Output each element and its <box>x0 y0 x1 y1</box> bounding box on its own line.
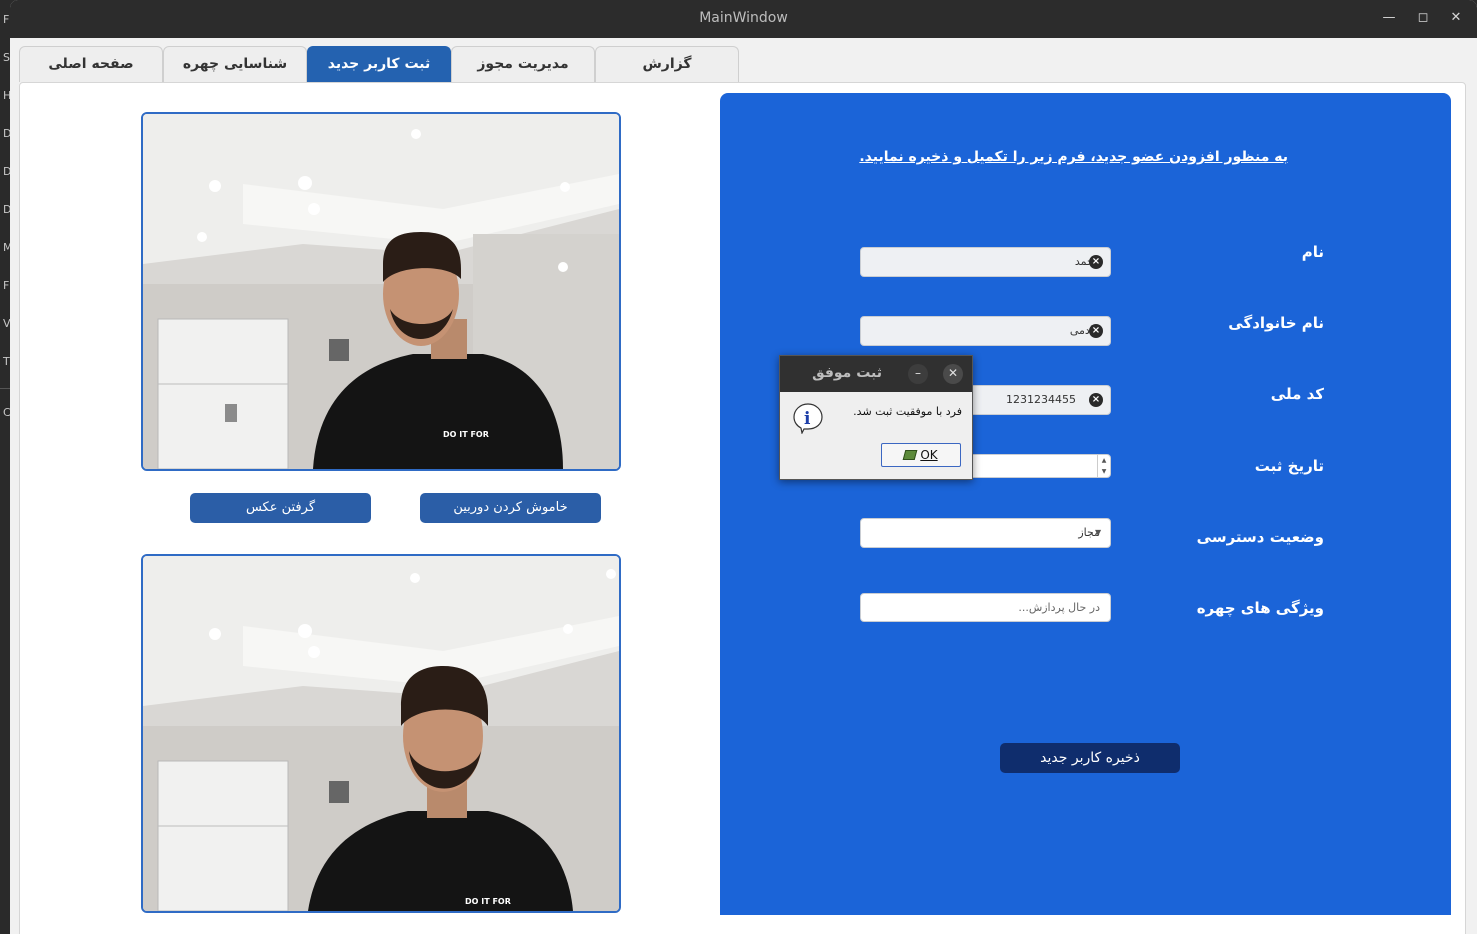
close-icon[interactable]: ✕ <box>943 364 963 384</box>
bg-divider <box>0 388 10 389</box>
bg-letter: F <box>3 279 10 292</box>
background-window: F S H D D D M F V T C <box>0 0 13 934</box>
clear-icon[interactable]: × <box>1089 393 1103 407</box>
captured-frame-image: DO IT FOR <box>143 556 619 911</box>
save-new-user-button[interactable]: ذخیره کاربر جدید <box>1000 743 1180 773</box>
chevron-down-icon: ▼ <box>1095 528 1102 537</box>
first-name-field[interactable]: محمد × <box>860 247 1111 277</box>
last-name-label: نام خانوادگی <box>1228 314 1324 332</box>
shirt-print: DO IT FOR <box>443 430 489 439</box>
face-features-value: در حال پردازش... <box>1018 601 1100 614</box>
capture-photo-button[interactable]: گرفتن عکس <box>190 493 371 523</box>
tab-report[interactable]: گزارش <box>595 46 739 82</box>
tab-permission-management[interactable]: مدیریت مجوز <box>451 46 595 82</box>
stop-camera-button[interactable]: خاموش کردن دوربین <box>420 493 601 523</box>
live-camera-view: DO IT FOR <box>141 112 621 471</box>
tab-register-user[interactable]: ثبت کاربر جدید <box>307 46 451 82</box>
clear-icon[interactable]: × <box>1089 255 1103 269</box>
dialog-message: فرد با موفقیت ثبت شد. <box>853 405 962 418</box>
svg-text:i: i <box>804 409 811 429</box>
tab-face-recognition[interactable]: شناسایی چهره <box>163 46 307 82</box>
window-title: MainWindow <box>699 10 788 26</box>
bg-letter: T <box>3 355 10 368</box>
minimize-icon[interactable]: — <box>1379 8 1399 28</box>
access-status-select[interactable]: مجاز ▼ <box>860 518 1111 548</box>
face-features-label: ویژگی های چهره <box>1196 599 1324 617</box>
tab-home[interactable]: صفحه اصلی <box>19 46 163 82</box>
bg-letter: S <box>3 51 10 64</box>
maximize-icon[interactable]: ◻ <box>1413 8 1433 28</box>
dialog-title: ثبت موفق <box>812 365 882 381</box>
ok-button[interactable]: OK <box>881 443 961 467</box>
camera-frame-image: DO IT FOR <box>143 114 619 469</box>
national-code-value: 1231234455 <box>1006 393 1076 406</box>
captured-photo-view: DO IT FOR <box>141 554 621 913</box>
face-features-field: در حال پردازش... <box>860 593 1111 622</box>
bg-letter: F <box>3 13 10 26</box>
access-status-label: وضعیت دسترسی <box>1196 528 1324 546</box>
close-icon[interactable]: ✕ <box>1446 8 1466 28</box>
date-spin-icon[interactable]: ▲ ▼ <box>1097 455 1110 477</box>
title-bar: MainWindow — ◻ ✕ <box>10 0 1477 38</box>
form-instructions: به منظور افزودن عضو جدید، فرم زیر را تکم… <box>859 149 1288 165</box>
last-name-field[interactable]: خادمی × <box>860 316 1111 346</box>
register-date-label: تاریخ ثبت <box>1254 457 1324 475</box>
minimize-icon[interactable]: – <box>908 364 928 384</box>
first-name-label: نام <box>1301 243 1324 261</box>
register-form-panel: به منظور افزودن عضو جدید، فرم زیر را تکم… <box>720 93 1451 915</box>
success-dialog: ثبت موفق – ✕ i فرد با موفقیت ثبت شد. OK <box>779 355 973 480</box>
check-icon <box>902 450 918 460</box>
ok-label: OK <box>920 448 938 462</box>
dialog-title-bar: ثبت موفق – ✕ <box>780 356 972 392</box>
tab-content: DO IT FOR خاموش کردن دوربین گرفتن عکس DO… <box>19 82 1466 934</box>
main-window: MainWindow — ◻ ✕ صفحه اصلی شناسایی چهره … <box>10 0 1477 934</box>
shirt-print: DO IT FOR <box>465 897 511 906</box>
info-icon: i <box>793 403 823 434</box>
national-code-label: کد ملی <box>1270 385 1324 403</box>
clear-icon[interactable]: × <box>1089 324 1103 338</box>
